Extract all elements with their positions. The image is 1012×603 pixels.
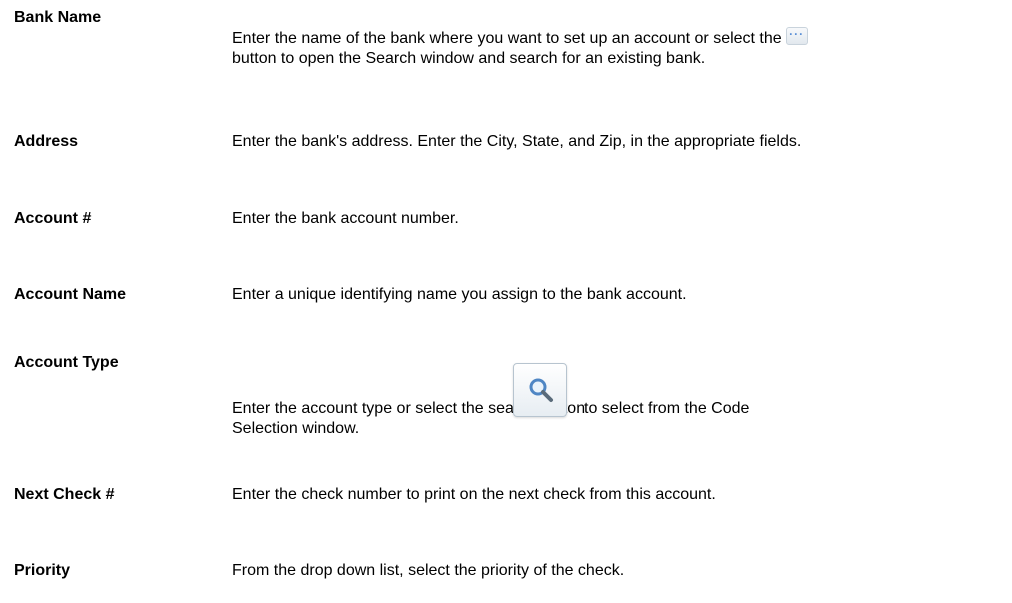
ellipsis-icon[interactable]: ··· bbox=[785, 27, 808, 45]
desc-bank-name-part1: Enter the name of the bank where you wan… bbox=[232, 30, 782, 47]
desc-bank-name-part2: button to open the Search window and sea… bbox=[232, 50, 706, 67]
term-account-type: Account Type bbox=[14, 354, 119, 371]
term-next-check: Next Check # bbox=[14, 486, 115, 503]
desc-account-name: Enter a unique identifying name you assi… bbox=[232, 286, 687, 303]
term-address: Address bbox=[14, 133, 79, 150]
search-icon bbox=[529, 378, 553, 402]
desc-next-check: Enter the check number to print on the n… bbox=[232, 486, 716, 503]
term-account-number: Account # bbox=[14, 210, 92, 227]
desc-account-type-line2: Selection window. bbox=[232, 420, 360, 437]
term-priority: Priority bbox=[14, 562, 71, 579]
desc-bank-name: Enter the name of the bank where you wan… bbox=[232, 27, 1002, 69]
desc-priority: From the drop down list, select the prio… bbox=[232, 562, 625, 579]
desc-address: Enter the bank's address. Enter the City… bbox=[232, 133, 802, 150]
desc-account-type-line1b: to select from the Code bbox=[584, 400, 750, 417]
term-account-name: Account Name bbox=[14, 286, 127, 303]
term-bank-name: Bank Name bbox=[14, 9, 102, 26]
search-button[interactable] bbox=[513, 363, 567, 417]
desc-account-number: Enter the bank account number. bbox=[232, 210, 459, 227]
